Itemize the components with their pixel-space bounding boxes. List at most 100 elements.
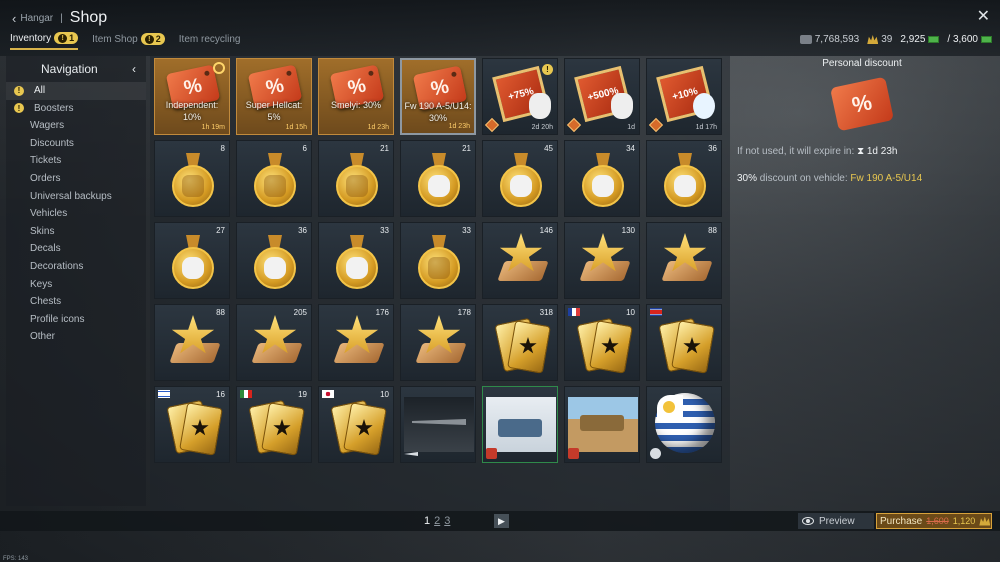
top-bar: ‹ Hangar | Shop ✕ Inventory ! 1 Item Shop… — [0, 0, 1000, 56]
cards-icon — [248, 399, 305, 456]
skin-item-tank-desert[interactable] — [564, 386, 640, 463]
ticket-item-north-korea[interactable] — [646, 304, 722, 381]
collapse-chevron-icon[interactable]: ‹ — [132, 62, 136, 76]
nav-item-profile-icons[interactable]: Profile icons — [6, 311, 146, 329]
ticket-item-israel[interactable]: 16 — [154, 386, 230, 463]
next-page-button[interactable]: ▶ — [494, 514, 509, 528]
medal-icon — [416, 235, 462, 295]
order-item[interactable]: 6 — [236, 140, 312, 217]
order-item[interactable]: 27 — [154, 222, 230, 299]
ticket-item-france[interactable]: 10 — [564, 304, 640, 381]
discount-item-fw190[interactable]: % Fw 190 A-5/U14: 30% 1d 23h — [400, 58, 476, 135]
item-count: 27 — [216, 226, 225, 235]
navigation-header: Navigation ‹ — [6, 56, 146, 78]
skin-item-tank-snow[interactable] — [482, 386, 558, 463]
back-to-hangar-button[interactable]: ‹ Hangar | Shop — [12, 9, 107, 27]
item-count: 33 — [380, 226, 389, 235]
purchase-button[interactable]: Purchase 1,600 1,120 — [876, 513, 992, 529]
lions-value: 7,768,593 — [814, 34, 860, 45]
badge-count: 1 — [69, 33, 75, 43]
wager-item[interactable]: 88 — [154, 304, 230, 381]
star-icon — [577, 233, 631, 285]
item-count: 205 — [293, 308, 307, 317]
warning-icon: ! — [14, 85, 24, 96]
nav-item-discounts[interactable]: Discounts — [6, 135, 146, 153]
order-item[interactable]: 8 — [154, 140, 230, 217]
total-value: / 3,600 — [947, 34, 978, 45]
nav-item-decorations[interactable]: Decorations — [6, 258, 146, 276]
booster-item-75[interactable]: +75% ! 2d 20h — [482, 58, 558, 135]
nav-label: Other — [30, 331, 56, 343]
wager-item[interactable]: 178 — [400, 304, 476, 381]
medal-icon — [170, 153, 216, 213]
order-item[interactable]: 34 — [564, 140, 640, 217]
nav-item-wagers[interactable]: Wagers — [6, 117, 146, 135]
wager-item[interactable]: 176 — [318, 304, 394, 381]
page-2[interactable]: 2 — [434, 515, 440, 527]
order-item[interactable]: 21 — [400, 140, 476, 217]
tab-item-shop[interactable]: Item Shop ! 2 — [92, 32, 165, 50]
ticket-item-italy[interactable]: 19 — [236, 386, 312, 463]
rank-badge-icon — [648, 117, 664, 133]
vehicle-link[interactable]: Fw 190 A-5/U14 — [850, 173, 922, 184]
profile-icon-item-uruguay[interactable] — [646, 386, 722, 463]
ticket-item[interactable]: 318 — [482, 304, 558, 381]
order-item[interactable]: 36 — [646, 140, 722, 217]
nav-item-vehicles[interactable]: Vehicles — [6, 205, 146, 223]
discount-item-super-hellcat[interactable]: % Super Hellcat: 5% 1d 15h — [236, 58, 312, 135]
nav-label: Tickets — [30, 155, 62, 167]
nav-item-chests[interactable]: Chests — [6, 293, 146, 311]
tank-image — [486, 397, 556, 452]
bottom-bar: 1 2 3 ▶ Preview Purchase 1,600 1,120 — [0, 511, 1000, 531]
cash-icon — [928, 36, 940, 43]
nav-item-keys[interactable]: Keys — [6, 276, 146, 294]
booster-item-500[interactable]: +500% 1d — [564, 58, 640, 135]
nav-item-decals[interactable]: Decals — [6, 240, 146, 258]
nav-label: Chests — [30, 296, 62, 308]
nav-item-skins[interactable]: Skins — [6, 223, 146, 241]
cards-icon — [330, 399, 387, 456]
wager-item[interactable]: 205 — [236, 304, 312, 381]
nav-item-orders[interactable]: Orders — [6, 170, 146, 188]
discount-item-smelyi[interactable]: % Smelyi: 30% 1d 23h — [318, 58, 394, 135]
nav-item-universal-backups[interactable]: Universal backups — [6, 188, 146, 206]
rank-icon — [568, 448, 579, 459]
medal-icon — [252, 153, 298, 213]
order-item[interactable]: 21 — [318, 140, 394, 217]
order-item[interactable]: 33 — [400, 222, 476, 299]
tab-item-recycling[interactable]: Item recycling — [179, 32, 241, 50]
item-count: 19 — [298, 390, 307, 399]
cards-icon — [576, 317, 633, 374]
close-icon[interactable]: ✕ — [977, 6, 990, 26]
item-count: 88 — [216, 308, 225, 317]
order-item[interactable]: 45 — [482, 140, 558, 217]
nav-label: Boosters — [34, 102, 74, 114]
order-item[interactable]: 36 — [236, 222, 312, 299]
order-item[interactable]: 33 — [318, 222, 394, 299]
fps-counter: FPS: 143 — [3, 556, 29, 562]
discount-item-independent[interactable]: % Independent: 10% 1h 19m — [154, 58, 230, 135]
nav-item-other[interactable]: Other — [6, 328, 146, 346]
preview-button[interactable]: Preview — [798, 513, 874, 529]
nav-label: All — [34, 85, 46, 96]
item-count: 318 — [539, 308, 553, 317]
wager-item[interactable]: 88 — [646, 222, 722, 299]
nav-item-all[interactable]: ! All — [6, 82, 146, 100]
skin-item-plane[interactable] — [400, 386, 476, 463]
page-1[interactable]: 1 — [424, 515, 430, 527]
nav-label: Universal backups — [30, 190, 112, 202]
booster-item-10[interactable]: +10% 1d 17h — [646, 58, 722, 135]
tab-inventory[interactable]: Inventory ! 1 — [10, 32, 79, 50]
nav-item-tickets[interactable]: Tickets — [6, 152, 146, 170]
medal-lion-icon — [498, 153, 544, 213]
star-icon — [495, 233, 549, 285]
discount-name: Independent: — [165, 100, 219, 110]
ticket-item-japan[interactable]: 10 — [318, 386, 394, 463]
page-3[interactable]: 3 — [444, 515, 450, 527]
nav-item-boosters[interactable]: ! Boosters — [6, 100, 146, 118]
lion-icon — [611, 93, 633, 119]
item-count: 6 — [302, 144, 307, 153]
wager-item[interactable]: 146 — [482, 222, 558, 299]
item-count: 88 — [708, 226, 717, 235]
wager-item[interactable]: 130 — [564, 222, 640, 299]
